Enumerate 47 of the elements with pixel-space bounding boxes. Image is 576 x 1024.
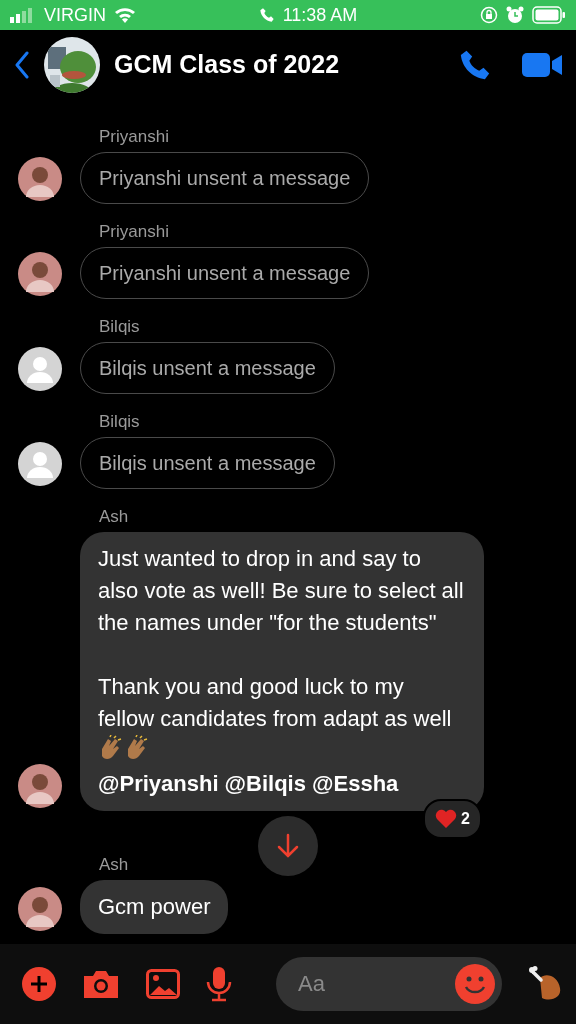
sender-name: Bilqis (99, 317, 141, 337)
sender-name: Priyanshi (99, 127, 170, 147)
phone-icon (458, 48, 492, 82)
message-text: Gcm power (98, 893, 211, 921)
conversation-title: GCM Class of 2022 (114, 49, 341, 81)
back-button[interactable] (14, 51, 30, 79)
alarm-icon (506, 6, 524, 24)
video-camera-icon (522, 51, 562, 79)
plus-icon (22, 967, 56, 1001)
avatar (18, 887, 62, 931)
drumstick-icon (528, 966, 562, 1002)
reaction-badge[interactable]: 2 (423, 799, 482, 839)
status-time: 11:38 AM (282, 3, 358, 27)
message-text: Thank you and good luck to my fellow candidates from adapt as well (98, 671, 466, 768)
carrier-name: VIRGIN (44, 3, 106, 27)
avatar (18, 764, 62, 808)
rotation-lock-icon (480, 6, 498, 24)
message-input[interactable]: Aa (276, 957, 502, 1011)
mentions-text: @Priyanshi @Bilqis @Essha (98, 770, 400, 798)
heart-icon (435, 809, 458, 829)
avatar (18, 157, 62, 201)
microphone-icon (206, 966, 232, 1002)
video-call-button[interactable] (522, 51, 562, 79)
back-icon (14, 51, 30, 79)
camera-icon (82, 968, 120, 1000)
avatar-icon (18, 347, 62, 391)
sender-name: Ash (99, 507, 130, 527)
scroll-down-button[interactable] (258, 816, 318, 876)
message-text: Just wanted to drop in and say to also vote as well! Be sure to select all the names under "for the students" (98, 545, 465, 637)
quick-reaction-button[interactable] (528, 966, 562, 1002)
phone-icon (258, 7, 275, 23)
call-button[interactable] (458, 48, 492, 82)
avatar (18, 252, 62, 296)
avatar-icon (18, 442, 62, 486)
gallery-button[interactable] (146, 969, 180, 999)
smiley-icon (455, 964, 495, 1004)
microphone-button[interactable] (206, 966, 232, 1002)
camera-button[interactable] (82, 968, 120, 1000)
add-button[interactable] (22, 967, 56, 1001)
sender-name: Priyanshi (99, 222, 170, 242)
image-icon (146, 969, 180, 999)
emoji-button[interactable] (455, 964, 495, 1004)
wifi-icon (114, 7, 136, 23)
battery-icon (532, 6, 566, 24)
sender-name: Bilqis (99, 412, 141, 432)
down-arrow-icon (276, 833, 300, 859)
sender-name: Ash (99, 855, 130, 875)
